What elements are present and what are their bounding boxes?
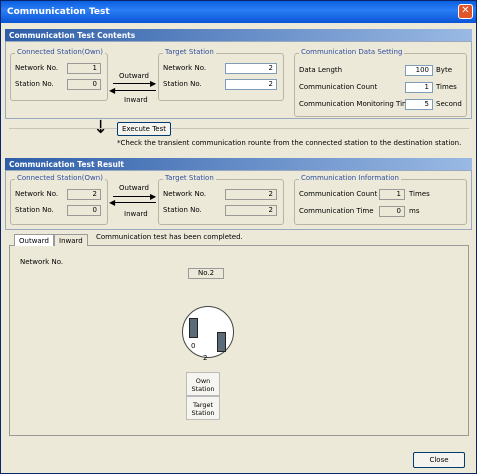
inward-label: Inward [124,96,148,104]
data-length-input[interactable]: 100 [405,65,433,76]
comm-info-title: Communication Information [299,174,401,182]
station-a-number: 0 [191,342,196,350]
station-b-number: 2 [203,354,208,362]
data-setting-title: Communication Data Setting [299,48,405,56]
data-setting-group: Communication Data Setting Data Length 1… [294,48,467,117]
inward-arrow-icon [114,90,156,91]
comm-count-label: Communication Count [299,83,378,91]
result-inward-label: Inward [124,210,148,218]
result-count-label: Communication Count [299,190,378,198]
tab-inward[interactable]: Inward [54,234,88,246]
result-own-network-label: Network No. [15,190,59,198]
monitor-time-input[interactable]: 5 [405,99,433,110]
own-network-label: Network No. [15,64,59,72]
communication-test-window: Communication Test ✕ Communication Test … [0,0,477,474]
outward-arrow-icon [113,83,155,84]
execute-test-button[interactable]: Execute Test [117,122,171,136]
contents-panel: Connected Station(Own) Network No. 1 Sta… [5,41,472,119]
result-target-network-label: Network No. [163,190,207,198]
target-station-group: Target Station Network No. 2 Station No.… [158,48,284,101]
network-tag: No.2 [188,268,224,279]
station-a-icon [189,318,198,338]
own-network-value: 1 [67,63,101,74]
target-station-title: Target Station [163,48,216,56]
execute-note: *Check the transient communication rount… [117,139,462,147]
window-title: Communication Test [7,7,110,17]
data-length-label: Data Length [299,66,343,74]
result-target-group: Target Station Network No. 2 Station No.… [158,174,284,225]
contents-header: Communication Test Contents [5,29,472,41]
result-header: Communication Test Result [5,158,472,170]
monitor-time-label: Communication Monitoring Time [299,100,414,108]
tab-outward[interactable]: Outward [14,234,54,246]
result-outward-label: Outward [119,184,149,192]
target-station-label: Station No. [163,80,202,88]
result-time-unit: ms [409,207,420,215]
result-time-label: Communication Time [299,207,374,215]
result-time-value: 0 [379,206,405,217]
own-station-label: Station No. [15,80,54,88]
legend-own-station: Own Station [186,372,220,396]
own-station-title: Connected Station(Own) [15,48,105,56]
result-own-group: Connected Station(Own) Network No. 2 Sta… [10,174,108,225]
legend-target-station: Target Station [186,396,220,420]
result-inward-arrow-icon [114,202,156,203]
separator-line [9,128,469,129]
monitor-time-unit: Second [436,100,462,108]
own-station-value: 0 [67,79,101,90]
result-outward-arrowhead-icon: ▶ [150,192,157,201]
outward-label: Outward [119,72,149,80]
comm-count-input[interactable]: 1 [405,82,433,93]
title-bar: Communication Test ✕ [1,1,476,23]
result-panel: Connected Station(Own) Network No. 2 Sta… [5,170,472,230]
close-window-icon[interactable]: ✕ [458,4,473,19]
status-message: Communication test has been completed. [96,233,243,241]
result-count-value: 1 [379,189,405,200]
result-own-station-value: 0 [67,205,101,216]
diagram-network-label: Network No. [20,258,64,266]
data-length-unit: Byte [436,66,452,74]
result-target-title: Target Station [163,174,216,182]
comm-count-unit: Times [436,83,457,91]
outward-arrowhead-icon: ▶ [150,79,157,88]
result-count-unit: Times [409,190,430,198]
target-network-input[interactable]: 2 [225,63,277,74]
result-target-station-value: 2 [225,205,277,216]
result-own-station-label: Station No. [15,206,54,214]
result-outward-arrow-icon [113,196,155,197]
target-station-input[interactable]: 2 [225,79,277,90]
route-diagram-panel: Outward Inward Communication test has be… [9,233,469,436]
close-button[interactable]: Close [413,452,465,468]
result-own-title: Connected Station(Own) [15,174,105,182]
station-b-icon [217,332,226,352]
result-target-network-value: 2 [225,189,277,200]
comm-info-group: Communication Information Communication … [294,174,467,225]
own-station-group: Connected Station(Own) Network No. 1 Sta… [10,48,108,101]
result-target-station-label: Station No. [163,206,202,214]
target-network-label: Network No. [163,64,207,72]
result-own-network-value: 2 [67,189,101,200]
